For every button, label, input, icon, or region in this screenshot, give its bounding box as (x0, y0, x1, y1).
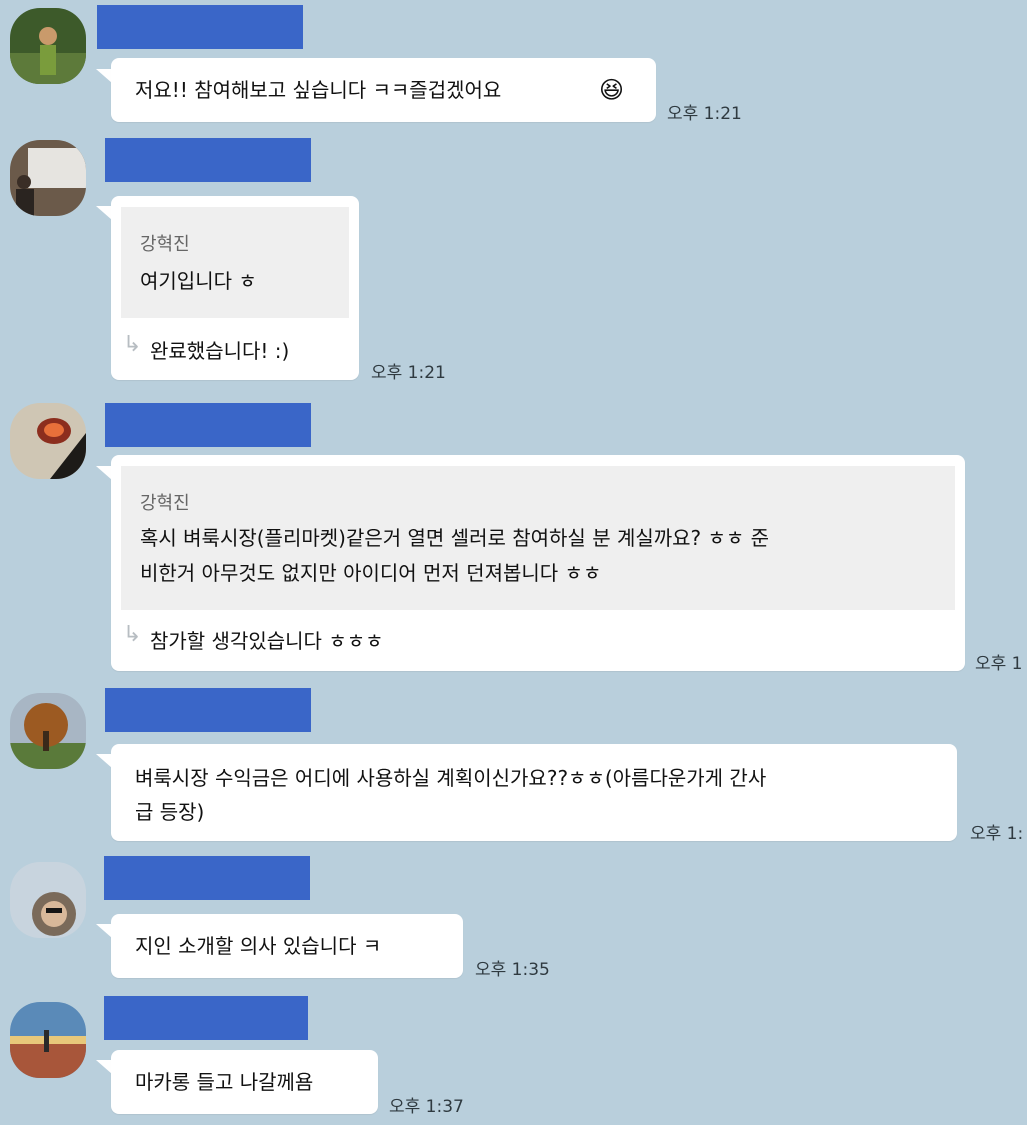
message-time: 오후 1:35 (475, 960, 550, 980)
quote-text-line: 혹시 벼룩시장(플리마켓)같은거 열면 셀러로 참여하실 분 계실까요? ㅎㅎ … (140, 526, 770, 550)
message-time: 오후 1:21 (371, 363, 446, 383)
reply-arrow-icon: ↳ (123, 622, 142, 647)
avatar[interactable] (10, 403, 86, 479)
avatar[interactable] (10, 140, 86, 216)
redacted-sender-name (105, 688, 311, 732)
message-text-line: 급 등장) (135, 800, 205, 824)
redacted-sender-name (104, 996, 308, 1040)
avatar-photo (10, 8, 86, 84)
laughing-emoji-icon: 😆 (599, 76, 625, 104)
message-time: 오후 1: (970, 824, 1024, 844)
quote-author: 강혁진 (140, 493, 190, 514)
bubble-tail (96, 754, 112, 768)
quote-author: 강혁진 (140, 234, 190, 255)
redacted-sender-name (97, 5, 303, 49)
avatar-photo (10, 403, 86, 479)
avatar[interactable] (10, 862, 86, 938)
message-text-line: 벼룩시장 수익금은 어디에 사용하실 계획이신가요??ㅎㅎ(아름다운가게 간사 (135, 766, 767, 790)
bubble-tail (96, 466, 112, 480)
reply-arrow-icon: ↳ (123, 332, 142, 357)
message-time: 오후 1:37 (389, 1097, 464, 1117)
reply-text: 참가할 생각있습니다 ㅎㅎㅎ (150, 629, 384, 653)
quoted-message[interactable] (121, 207, 349, 318)
avatar-photo (10, 1002, 86, 1078)
reply-text: 완료했습니다! :) (150, 339, 290, 363)
avatar-photo (10, 862, 86, 938)
redacted-sender-name (105, 138, 311, 182)
avatar[interactable] (10, 1002, 86, 1078)
bubble-tail (96, 924, 112, 938)
redacted-sender-name (104, 856, 310, 900)
message-text: 마카롱 들고 나갈께욤 (135, 1070, 314, 1094)
bubble-tail (96, 1060, 112, 1074)
message-time: 오후 1 (975, 654, 1023, 674)
bubble-tail (96, 69, 112, 83)
avatar[interactable] (10, 8, 86, 84)
redacted-sender-name (105, 403, 311, 447)
message-time: 오후 1:21 (667, 104, 742, 124)
quote-text: 여기입니다 ㅎ (140, 269, 257, 293)
message-text: 저요!! 참여해보고 싶습니다 ㅋㅋ즐겁겠어요 (135, 78, 502, 102)
bubble-tail (96, 206, 112, 220)
avatar-photo (10, 140, 86, 216)
avatar-photo (10, 693, 86, 769)
quote-text-line: 비한거 아무것도 없지만 아이디어 먼저 던져봅니다 ㅎㅎ (140, 561, 602, 585)
message-text: 지인 소개할 의사 있습니다 ㅋ (135, 934, 382, 958)
avatar[interactable] (10, 693, 86, 769)
